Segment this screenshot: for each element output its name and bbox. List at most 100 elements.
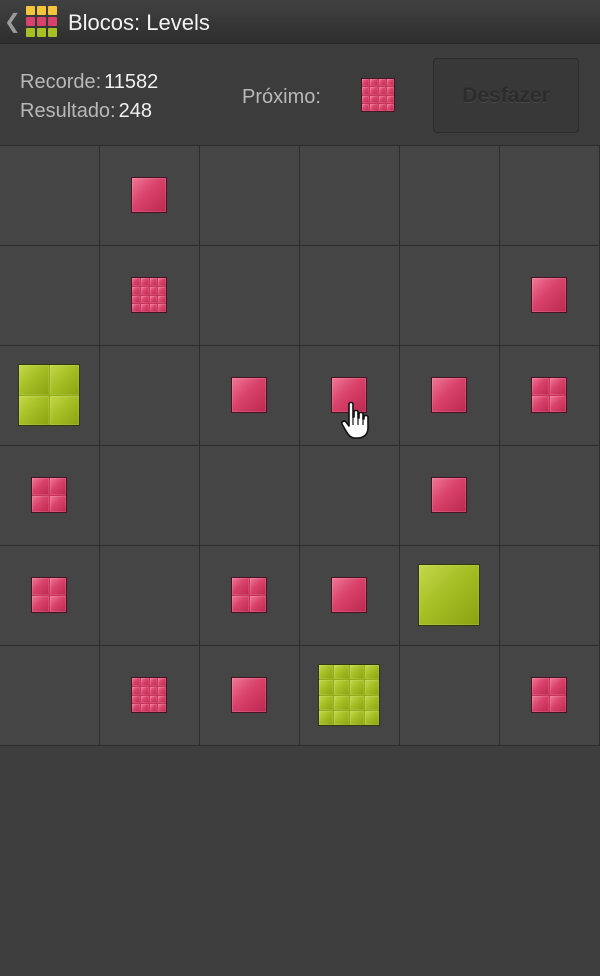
block-tile — [149, 704, 158, 712]
block-tile — [149, 278, 158, 286]
block-tile — [158, 278, 166, 286]
block-tile — [132, 178, 166, 212]
block-tile — [49, 595, 66, 612]
board-cell[interactable] — [500, 546, 600, 646]
block-tile — [432, 478, 466, 512]
block-tile — [364, 665, 379, 680]
app-icon-square — [37, 28, 46, 37]
board-cell[interactable] — [0, 646, 100, 746]
score-header: Recorde: 11582 Resultado: 248 Próximo: Des… — [0, 45, 600, 146]
block-tile — [386, 95, 394, 103]
app-icon-square — [48, 17, 57, 26]
block-tile — [132, 295, 140, 304]
board-cell[interactable] — [400, 146, 500, 246]
board-cell[interactable] — [100, 346, 200, 446]
block-tile — [378, 87, 386, 95]
board-cell[interactable] — [300, 146, 400, 246]
block-tile — [319, 695, 334, 710]
next-piece-preview — [361, 78, 395, 112]
block-tile — [49, 478, 66, 495]
app-icon-square — [37, 17, 46, 26]
block-tile — [386, 79, 394, 87]
board-cell[interactable] — [200, 146, 300, 246]
board-cell[interactable] — [300, 446, 400, 546]
block-tile — [140, 295, 149, 304]
block-tile — [232, 678, 266, 712]
result-stat: Resultado: 248 — [20, 100, 152, 123]
block-tile — [334, 680, 349, 695]
pink-block — [131, 677, 167, 713]
block-tile — [432, 378, 466, 412]
block-tile — [349, 665, 364, 680]
block-tile — [349, 695, 364, 710]
board-cell[interactable] — [300, 246, 400, 346]
block-tile — [32, 495, 49, 512]
block-tile — [158, 295, 166, 304]
block-tile — [132, 686, 140, 695]
block-tile — [132, 678, 140, 686]
block-tile — [232, 378, 266, 412]
pink-block — [131, 277, 167, 313]
board-cell[interactable] — [500, 446, 600, 546]
board-cell[interactable] — [0, 146, 100, 246]
block-tile — [362, 79, 370, 87]
game-board[interactable] — [0, 146, 600, 746]
block-tile — [419, 565, 479, 625]
block-tile — [132, 286, 140, 295]
board-cell[interactable] — [100, 446, 200, 546]
pink-block — [131, 177, 167, 213]
green-block — [418, 564, 480, 626]
block-tile — [149, 295, 158, 304]
app-title: Blocos: Levels — [68, 10, 210, 35]
block-tile — [319, 665, 334, 680]
block-tile — [549, 678, 566, 695]
block-tile — [232, 595, 249, 612]
block-tile — [334, 710, 349, 725]
block-tile — [140, 304, 149, 312]
block-tile — [140, 678, 149, 686]
app-icon-square — [37, 6, 46, 15]
block-tile — [362, 87, 370, 95]
block-tile — [349, 680, 364, 695]
block-tile — [149, 286, 158, 295]
block-tile — [149, 678, 158, 686]
blocks-grid-icon[interactable] — [26, 6, 58, 38]
block-tile — [158, 704, 166, 712]
block-tile — [249, 595, 266, 612]
block-tile — [140, 704, 149, 712]
block-tile — [149, 686, 158, 695]
pink-block — [31, 477, 67, 513]
board-cell[interactable] — [0, 246, 100, 346]
pink-block — [231, 577, 267, 613]
board-cell[interactable] — [100, 546, 200, 646]
block-tile — [370, 79, 378, 87]
board-cell[interactable] — [200, 246, 300, 346]
block-tile — [140, 286, 149, 295]
board-cell[interactable] — [500, 146, 600, 246]
block-tile — [158, 686, 166, 695]
block-tile — [364, 695, 379, 710]
app-icon-square — [48, 6, 57, 15]
block-tile — [149, 695, 158, 704]
block-tile — [32, 578, 49, 595]
hand-pointer-icon — [341, 401, 369, 439]
chevron-left-icon[interactable]: ❮ — [4, 9, 21, 33]
block-tile — [49, 395, 79, 425]
block-tile — [549, 378, 566, 395]
app-icon-square — [26, 17, 35, 26]
block-tile — [319, 680, 334, 695]
block-tile — [378, 95, 386, 103]
board-cell[interactable] — [400, 646, 500, 746]
undo-button[interactable]: Desfazer — [433, 58, 579, 133]
block-tile — [49, 578, 66, 595]
record-label: Recorde: — [20, 71, 102, 93]
block-tile — [158, 678, 166, 686]
pink-block — [431, 377, 467, 413]
board-cell[interactable] — [400, 246, 500, 346]
block-tile — [19, 395, 49, 425]
app-icon-square — [26, 28, 35, 37]
block-tile — [132, 704, 140, 712]
block-tile — [149, 304, 158, 312]
green-block — [318, 664, 380, 726]
board-cell[interactable] — [200, 446, 300, 546]
